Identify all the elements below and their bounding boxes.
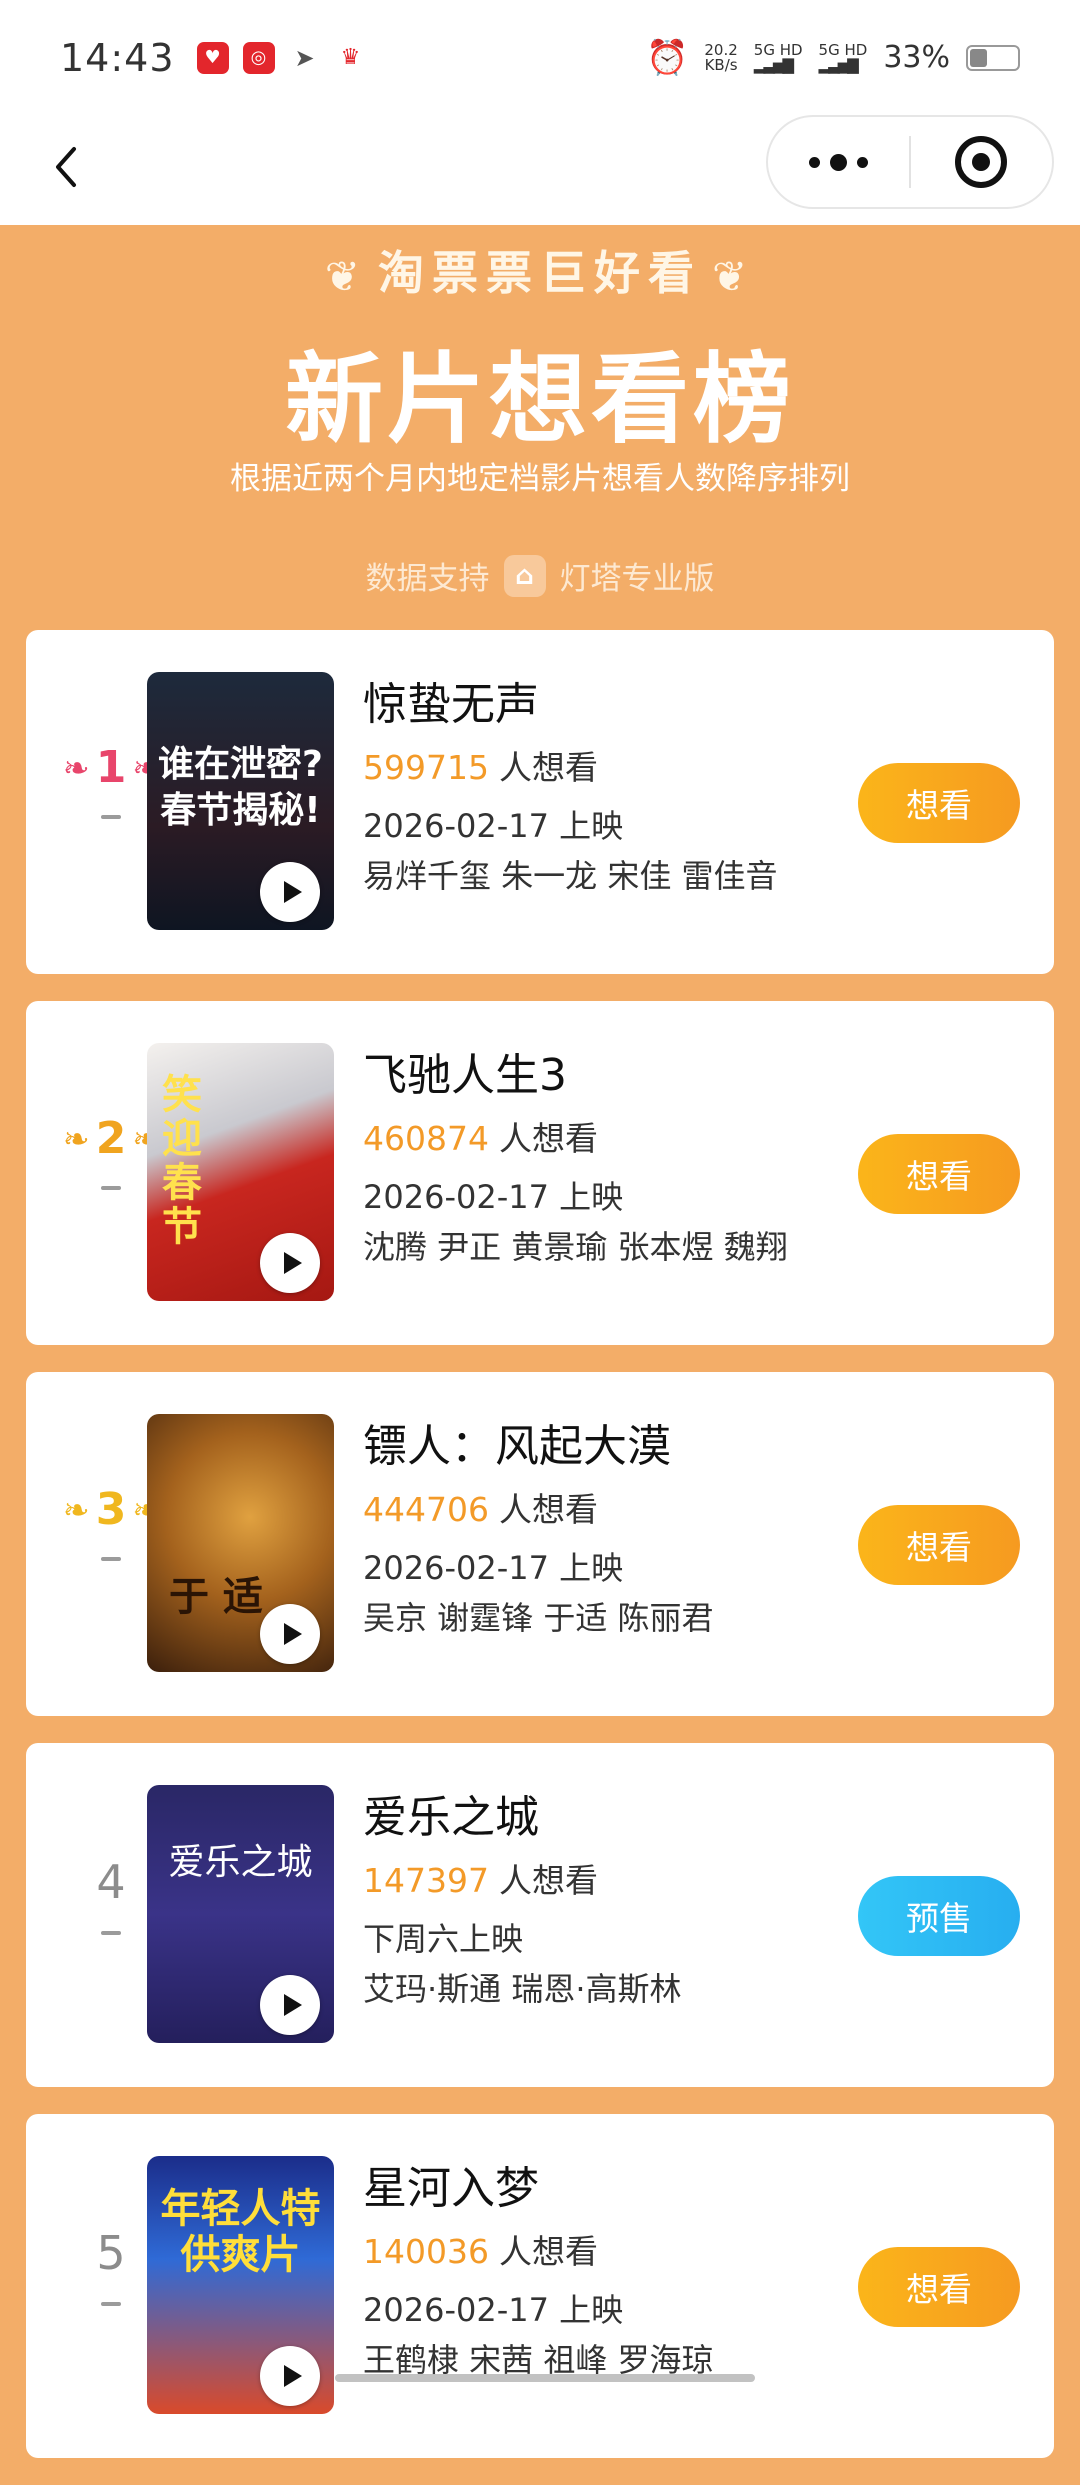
play-trailer-button[interactable]: [260, 2346, 320, 2406]
movie-title: 爱乐之城: [363, 1792, 539, 1843]
movie-card[interactable]: ❧ 1 ❧ 谁在泄密?春节揭秘! 惊蛰无声 599715 人想看 2026-02-17…: [26, 630, 1054, 974]
movie-title: 星河入梦: [363, 2163, 539, 2214]
status-right: ⏰ 20.2 KB/s 5G HD ▂▃▅▇ 5G HD ▂▃▅▇ 33%: [646, 38, 1020, 78]
movie-info: 镖人：风起大漠 444706 人想看 2026-02-17 上映 吴京 谢霆锋 于…: [363, 1420, 863, 1638]
want-count: 460874 人想看: [363, 1119, 598, 1158]
shopping-app-icon: ♛: [340, 45, 361, 70]
signal-1: 5G HD ▂▃▅▇: [753, 40, 803, 74]
target-icon: [955, 136, 1008, 188]
back-arrow-icon: [56, 147, 76, 187]
cast-list: 艾玛·斯通 瑞恩·高斯林: [363, 1970, 682, 2008]
movie-info: 爱乐之城 147397 人想看 下周六上映 艾玛·斯通 瑞恩·高斯林: [363, 1791, 863, 2009]
telegram-icon: ➤: [294, 43, 315, 72]
want-to-watch-button[interactable]: 想看: [858, 2247, 1020, 2327]
laurel-icon: ❧: [62, 1490, 90, 1529]
cast-list: 吴京 谢霆锋 于适 陈丽君: [363, 1599, 714, 1637]
home-indicator[interactable]: [335, 2374, 755, 2382]
status-bar: 14:43 ♥ ◎ ➤ ♛ ⏰ 20.2 KB/s 5G HD ▂▃▅▇ 5G …: [0, 0, 1080, 115]
rank-change-dash: [101, 815, 121, 819]
rank-change-dash: [101, 2302, 121, 2306]
laurel-icon: ❧: [62, 1119, 90, 1158]
netease-music-icon: ◎: [242, 41, 275, 74]
want-count: 599715 人想看: [363, 748, 598, 787]
release-date: 2026-02-17 上映: [363, 1549, 624, 1587]
miniprogram-capsule: [766, 115, 1054, 209]
laurel-left-icon: ❦: [324, 252, 368, 301]
cast-list: 易烊千玺 朱一龙 宋佳 雷佳音: [363, 857, 778, 895]
signal-bars-icon: ▂▃▅▇: [818, 55, 859, 74]
want-count: 140036 人想看: [363, 2232, 598, 2271]
play-trailer-button[interactable]: [260, 1233, 320, 1293]
movie-poster[interactable]: 谁在泄密?春节揭秘!: [147, 672, 334, 930]
app-notification-icon: ♥: [196, 41, 229, 74]
more-button[interactable]: [768, 117, 909, 207]
movie-list: ❧ 1 ❧ 谁在泄密?春节揭秘! 惊蛰无声 599715 人想看 2026-02-17…: [26, 630, 1054, 2485]
signal-bars-icon: ▂▃▅▇: [753, 55, 794, 74]
movie-info: 惊蛰无声 599715 人想看 2026-02-17 上映 易烊千玺 朱一龙 宋佳…: [363, 678, 863, 896]
movie-card[interactable]: ❧ 3 ❧ 于 适 镖人：风起大漠 444706 人想看 2026-02-17 上映 …: [26, 1372, 1054, 1716]
data-source: 数据支持 ⌂ 灯塔专业版: [0, 553, 1080, 598]
nav-bar: [0, 115, 1080, 225]
movie-info: 飞驰人生3 460874 人想看 2026-02-17 上映 沈腾 尹正 黄景瑜 …: [363, 1049, 863, 1267]
back-button[interactable]: [40, 137, 100, 197]
dengta-logo-icon: ⌂: [503, 554, 546, 597]
laurel-right-icon: ❦: [712, 252, 756, 301]
want-to-watch-button[interactable]: 想看: [858, 763, 1020, 843]
release-date: 2026-02-17 上映: [363, 2291, 624, 2329]
cast-list: 沈腾 尹正 黄景瑜 张本煜 魏翔: [363, 1228, 788, 1266]
page-title: 新片想看榜: [284, 343, 795, 457]
movie-card[interactable]: ❧ 2 ❧ 笑迎春节 飞驰人生3 460874 人想看 2026-02-17 上映 沈…: [26, 1001, 1054, 1345]
movie-title: 惊蛰无声: [363, 679, 539, 730]
movie-poster[interactable]: 爱乐之城: [147, 1785, 334, 2043]
movie-poster[interactable]: 于 适: [147, 1414, 334, 1672]
laurel-icon: ❧: [62, 748, 90, 787]
release-date: 2026-02-17 上映: [363, 1178, 624, 1216]
battery-icon: [966, 44, 1020, 71]
play-trailer-button[interactable]: [260, 1975, 320, 2035]
movie-card[interactable]: 5 年轻人特供爽片 星河入梦 140036 人想看 2026-02-17 上映 王…: [26, 2114, 1054, 2458]
alarm-icon: ⏰: [646, 37, 689, 78]
close-miniprogram-button[interactable]: [911, 117, 1052, 207]
movie-poster[interactable]: 笑迎春节: [147, 1043, 334, 1301]
presale-button[interactable]: 预售: [858, 1876, 1020, 1956]
movie-card[interactable]: 4 爱乐之城 爱乐之城 147397 人想看 下周六上映 艾玛·斯通 瑞恩·高斯林…: [26, 1743, 1054, 2087]
page-subtitle: 根据近两个月内地定档影片想看人数降序排列: [230, 461, 850, 497]
want-to-watch-button[interactable]: 想看: [858, 1505, 1020, 1585]
rank-change-dash: [101, 1931, 121, 1935]
want-to-watch-button[interactable]: 想看: [858, 1134, 1020, 1214]
play-trailer-button[interactable]: [260, 1604, 320, 1664]
rank-change-dash: [101, 1186, 121, 1190]
want-count: 147397 人想看: [363, 1861, 598, 1900]
signal-2: 5G HD ▂▃▅▇: [818, 40, 868, 74]
release-date: 2026-02-17 上映: [363, 807, 624, 845]
battery-percent: 33%: [883, 40, 950, 75]
ranking-header: ❦ 淘票票巨好看 ❦ 新片想看榜 根据近两个月内地定档影片想看人数降序排列 数据支持…: [0, 225, 1080, 620]
net-speed: 20.2 KB/s: [704, 40, 738, 74]
play-icon: [283, 1994, 302, 2016]
movie-poster[interactable]: 年轻人特供爽片: [147, 2156, 334, 2414]
movie-title: 飞驰人生3: [363, 1050, 567, 1101]
want-count: 444706 人想看: [363, 1490, 598, 1529]
play-icon: [283, 2365, 302, 2387]
notification-icons: ♥ ◎ ➤ ♛: [196, 41, 367, 74]
movie-info: 星河入梦 140036 人想看 2026-02-17 上映 王鹤棣 宋茜 祖峰 罗…: [363, 2162, 863, 2380]
play-icon: [283, 1252, 302, 1274]
release-date: 下周六上映: [363, 1920, 524, 1958]
play-trailer-button[interactable]: [260, 862, 320, 922]
brand-line: ❦ 淘票票巨好看 ❦: [324, 246, 756, 301]
rank-change-dash: [101, 1557, 121, 1561]
play-icon: [283, 1623, 302, 1645]
status-time: 14:43: [60, 35, 175, 80]
movie-title: 镖人：风起大漠: [363, 1421, 671, 1472]
play-icon: [283, 881, 302, 903]
